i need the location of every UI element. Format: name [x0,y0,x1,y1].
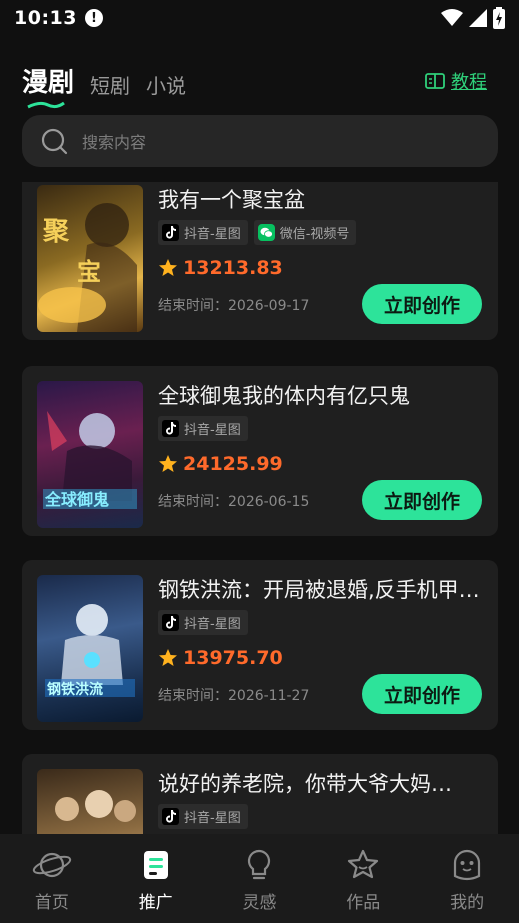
planet-icon [32,852,72,878]
tab-duanju[interactable]: 短剧 [90,70,130,99]
cover-image: 聚宝 [37,185,143,332]
cover-image: 全球御鬼 [37,381,143,528]
tag-label: 抖音-星图 [184,227,241,242]
bottom-nav: 首页 推广 灵感 作品 我的 [0,834,519,923]
book-icon [425,73,445,89]
svg-text:全球御鬼: 全球御鬼 [44,490,109,509]
wifi-icon [441,9,463,26]
nav-promote[interactable]: 推广 [104,834,208,923]
score: 13975.70 [158,647,283,669]
platform-tag: 抖音-星图 [158,804,248,829]
status-bar: 10:13 ! [0,0,519,36]
tab-label: 漫剧 [22,68,75,98]
signal-icon [469,9,487,27]
score: 13213.83 [158,257,283,279]
card-title: 全球御鬼我的体内有亿只鬼 [158,384,410,408]
svg-text:聚: 聚 [42,217,70,247]
star-icon [159,259,177,276]
platform-tags: 抖音-星图 [158,416,248,441]
lightbulb-icon [248,849,271,880]
tutorial-link[interactable]: 教程 [425,68,487,94]
tiktok-icon [162,808,179,825]
star-icon [159,455,177,472]
battery-icon [493,7,505,29]
drama-card[interactable]: 钢铁洪流 钢铁洪流：开局被退婚,反手机甲… 抖音-星图 13975.70 结束时… [22,560,498,730]
category-tabs: 漫剧 短剧 小说 [22,62,186,109]
create-button[interactable]: 立即创作 [362,284,482,324]
platform-tag: 抖音-星图 [158,610,248,635]
platform-tags: 抖音-星图 微信-视频号 [158,220,357,245]
nav-home[interactable]: 首页 [0,834,104,923]
star-icon [159,649,177,666]
promote-icon [143,851,168,879]
platform-tags: 抖音-星图 [158,804,248,829]
tab-xiaoshuo[interactable]: 小说 [146,70,186,99]
nav-label: 灵感 [242,893,277,913]
nav-label: 我的 [450,893,485,913]
nav-inspiration[interactable]: 灵感 [208,834,312,923]
platform-tag: 抖音-星图 [158,220,248,245]
svg-text:宝: 宝 [77,258,101,286]
tag-label: 抖音-星图 [184,811,241,826]
score-value: 13975.70 [183,647,283,669]
score: 24125.99 [158,453,283,475]
wechat-icon [257,224,275,241]
tag-label: 抖音-星图 [184,423,241,438]
tiktok-icon [162,224,179,241]
drama-card[interactable]: 全球御鬼 全球御鬼我的体内有亿只鬼 抖音-星图 24125.99 结束时间：20… [22,366,498,536]
nav-label: 作品 [346,893,381,913]
score-value: 24125.99 [183,453,283,475]
platform-tags: 抖音-星图 [158,610,248,635]
end-time: 结束时间：2026-09-17 [158,298,310,314]
search-icon [41,128,68,155]
search-bar[interactable]: 搜索内容 [22,115,498,167]
star-icon [348,849,379,879]
drama-card[interactable]: 说好的养老院，你带大爷大妈… 抖音-星图 [22,754,498,834]
end-time: 结束时间：2026-06-15 [158,494,310,510]
tab-label: 小说 [146,74,187,98]
card-title: 我有一个聚宝盆 [158,188,305,212]
search-placeholder: 搜索内容 [82,133,147,152]
nav-label: 首页 [34,893,69,913]
alert-icon: ! [84,9,103,27]
active-tab-indicator [27,101,65,109]
tab-manju[interactable]: 漫剧 [22,62,75,109]
create-button[interactable]: 立即创作 [362,674,482,714]
profile-icon [453,849,481,881]
drama-card[interactable]: 聚宝 我有一个聚宝盆 抖音-星图 微信-视频号 13213.83 结束时间：20… [22,182,498,340]
status-time: 10:13 [14,7,77,29]
nav-profile[interactable]: 我的 [415,834,519,923]
tag-label: 微信-视频号 [279,227,350,242]
card-title: 钢铁洪流：开局被退婚,反手机甲… [158,578,480,602]
platform-tag: 微信-视频号 [253,220,357,245]
cover-image: 钢铁洪流 [37,575,143,722]
drama-list: 聚宝 我有一个聚宝盆 抖音-星图 微信-视频号 13213.83 结束时间：20… [22,182,498,834]
platform-tag: 抖音-星图 [158,416,248,441]
end-time: 结束时间：2026-11-27 [158,688,310,704]
cover-image [37,769,143,834]
nav-works[interactable]: 作品 [311,834,415,923]
tiktok-icon [162,614,179,631]
create-button[interactable]: 立即创作 [362,480,482,520]
card-title: 说好的养老院，你带大爷大妈… [158,772,452,796]
tiktok-icon [162,420,179,437]
nav-label: 推广 [138,893,173,913]
score-value: 13213.83 [183,257,283,279]
tutorial-label: 教程 [451,72,487,93]
tab-label: 短剧 [90,74,131,98]
svg-text:钢铁洪流: 钢铁洪流 [47,681,103,698]
status-icons [441,7,505,29]
tag-label: 抖音-星图 [184,617,241,632]
